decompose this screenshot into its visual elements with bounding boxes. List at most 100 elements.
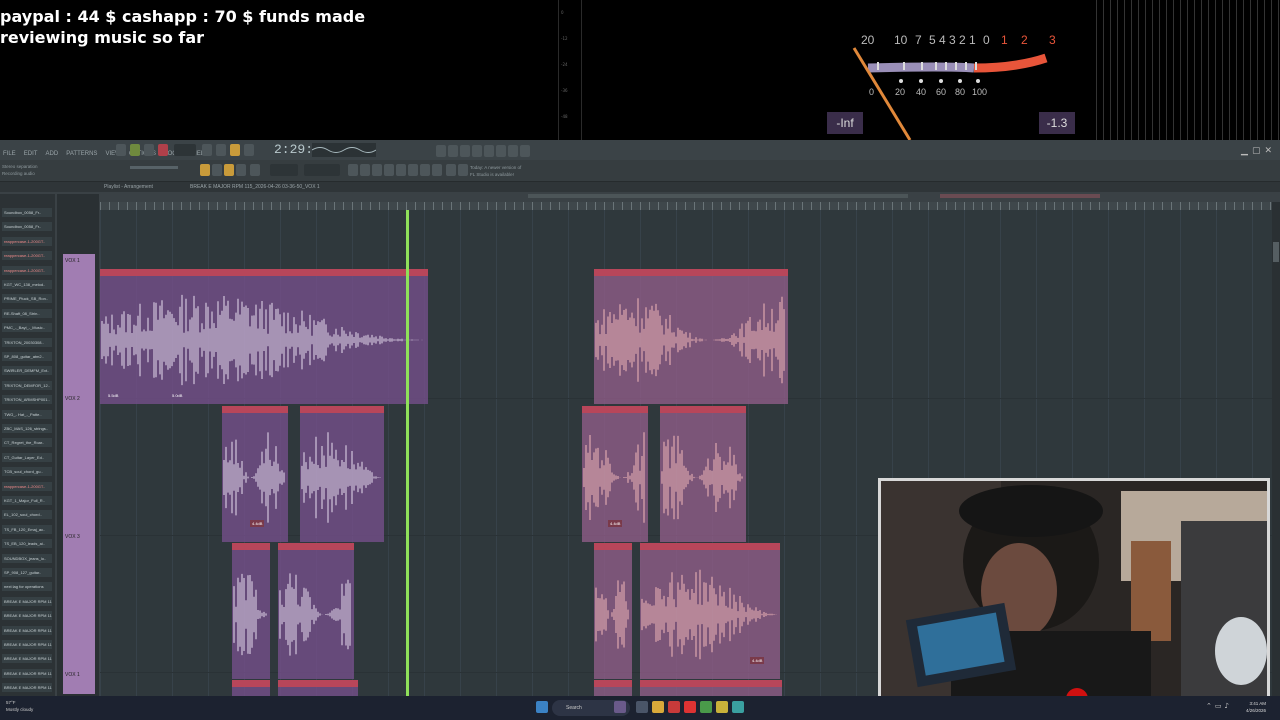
plugin-picker-icon[interactable] [496,145,506,157]
chrome-icon[interactable] [700,701,712,713]
playlist-shortcut-icon[interactable] [436,145,446,157]
browser-item[interactable]: next lag for operations [2,582,52,592]
news-icon[interactable] [458,164,468,176]
window-controls[interactable]: ▁▢✕ [1241,146,1276,156]
vertical-scrollbar[interactable] [1272,202,1280,696]
plugin-toggle-icon[interactable] [408,164,418,176]
scrollbar-thumb[interactable] [1273,242,1279,262]
pattern-selector[interactable] [304,164,340,176]
browser-item[interactable]: reappercase-1-200GT.. [2,251,52,261]
track-header-strip[interactable] [63,254,95,694]
app-icon[interactable] [732,701,744,713]
browser-item[interactable]: SWIRLER_DEMFM_Ext.. [2,366,52,376]
paint-tool-icon[interactable] [224,164,234,176]
audio-clip[interactable]: BREAK_39_VOX 1 [594,543,632,679]
master-volume-slider[interactable] [130,166,178,169]
draw-tool-icon[interactable] [212,164,222,176]
browser-item[interactable]: PMC_-_Bayi_-_Music.. [2,323,52,333]
browser-item[interactable]: BREAK E MAJOR RPM 115.. [2,640,52,649]
browser-item[interactable]: BREAK E MAJOR RPM 115.. [2,596,52,606]
youtube-icon[interactable] [684,701,696,713]
metronome-button[interactable] [202,144,212,156]
help-icon[interactable] [520,145,530,157]
browser-item[interactable]: TRIXTON_20030308.. [2,337,52,347]
audio-clip[interactable]: BREAK_39 BREAK E MAJ..26-42_VOX 1 [278,543,354,679]
browser-shortcut-icon[interactable] [460,145,470,157]
audio-clip[interactable]: BREAK E MAJOR RPM 115 2026-04-26 03-36-5… [100,269,428,404]
system-clock[interactable]: 3:41 AM 4/26/2026 [1246,700,1266,714]
audio-clip[interactable]: BREAK E MAJOR RPM 4..20-05-47_VOX 1 [660,406,746,542]
browser-item[interactable]: TRIXTON_ARMSHP001.. [2,395,52,405]
widget-icon[interactable] [614,701,626,713]
menu-file[interactable]: FILE [3,151,16,157]
online-icon[interactable] [446,164,456,176]
browser-toggle-icon[interactable] [396,164,406,176]
browser-item[interactable]: BREAK E MAJOR RPM 115.. [2,625,52,635]
loop-record-button[interactable] [244,144,254,156]
browser-item[interactable]: TCB_soul_chord_gu.. [2,467,52,477]
update-notice[interactable]: Today: A newer version of FL Studio is a… [470,164,521,178]
browser-item[interactable]: BREAK E MAJOR RPM 115.. [2,683,52,693]
audio-clip[interactable]: BREAK_39_VOX 1 [232,543,270,679]
tempo-display[interactable] [174,144,196,156]
browser-item[interactable]: RE-Shaft_08_Strin.. [2,308,52,318]
piano-roll-toggle-icon[interactable] [372,164,382,176]
browser-item[interactable]: SP_908_127_guitar.. [2,568,52,577]
browser-item[interactable]: BREAK E MAJOR RPM 115.. [2,668,52,678]
browser-item[interactable]: EL_102_soul_chord.. [2,510,52,520]
project-info-icon[interactable] [508,145,518,157]
menu-add[interactable]: ADD [46,151,59,157]
wait-input-button[interactable] [216,144,226,156]
pat-song-toggle[interactable] [116,144,126,156]
snap-button[interactable] [200,164,210,176]
browser-item[interactable]: Soundbox_0058_Fr.. [2,208,52,217]
browser-item[interactable]: TS_EB_120_leads_ai.. [2,539,52,549]
piano-roll-shortcut-icon[interactable] [448,145,458,157]
countdown-button[interactable] [230,144,240,156]
weather-widget[interactable]: 57°F Mostly cloudy [6,699,33,713]
obs-icon[interactable] [668,701,680,713]
arrangement-icon[interactable] [348,164,358,176]
tempo-toggle-icon[interactable] [420,164,430,176]
browser-item[interactable]: CT_Regret_the_Roar.. [2,438,52,448]
browser-item[interactable]: TS_FB_120_Emaj_ac.. [2,524,52,534]
browser-item[interactable]: PRIME_Pluck_SB_Ron.. [2,294,52,304]
playhead[interactable] [406,202,409,696]
task-view-icon[interactable] [636,701,648,713]
browser-item[interactable]: KGT_1_Major_Full_R.. [2,496,52,505]
mute-tool-icon[interactable] [250,164,260,176]
browser-item[interactable]: reappercase-1-200GT.. [2,481,52,491]
browser-item[interactable]: KGT_WC_138_melod.. [2,280,52,289]
channel-rack-shortcut-icon[interactable] [472,145,482,157]
fl-studio-icon[interactable] [716,701,728,713]
browser-item[interactable]: BREAK E MAJOR RPM 115.. [2,611,52,621]
cpu-toggle-icon[interactable] [432,164,442,176]
start-icon[interactable] [536,701,548,713]
loop-region-marker[interactable] [940,194,1100,198]
browser-item[interactable]: ZBC_MAS_126_strings.. [2,424,52,433]
browser-item[interactable]: SOUNDBOX_jeans_lo.. [2,553,52,563]
record-button[interactable] [158,144,168,156]
browser-item[interactable]: TWG_- Hat_-_Patte.. [2,409,52,419]
file-explorer-icon[interactable] [652,701,664,713]
horizontal-scrollbar[interactable] [528,194,908,198]
browser-item[interactable]: TRIXTON_DEMFOR_12.. [2,380,52,390]
play-button[interactable] [130,144,140,156]
browser-item[interactable]: reappercase-1-200GT.. [2,265,52,275]
menu-edit[interactable]: EDIT [24,151,38,157]
browser-item[interactable]: BREAK E MAJOR RPM 115.. [2,654,52,664]
stop-button[interactable] [144,144,154,156]
browser-item[interactable]: CT_Guitar_Layer_Ed.. [2,452,52,462]
timeline-ruler[interactable] [100,202,1272,210]
browser-item[interactable]: SP_808_guitar_atm2.. [2,352,52,361]
snap-selector[interactable] [270,164,298,176]
browser-item[interactable]: reappercase-1-200GT.. [2,236,52,246]
system-tray[interactable]: ⌃▭♪ [1206,702,1232,710]
channel-rack-toggle-icon[interactable] [384,164,394,176]
audio-clip[interactable]: BREAK E MAJ..04-50 BREAK E 03-36 BREAK E… [594,269,788,404]
audio-clip[interactable]: BREAK E MAJOR RPM 4..20-45-47_VOX 1 [300,406,384,542]
mixer-toggle-icon[interactable] [360,164,370,176]
delete-tool-icon[interactable] [236,164,246,176]
browser-item[interactable]: Soundbox_0058_Fr.. [2,222,52,232]
menu-patterns[interactable]: PATTERNS [66,151,97,157]
